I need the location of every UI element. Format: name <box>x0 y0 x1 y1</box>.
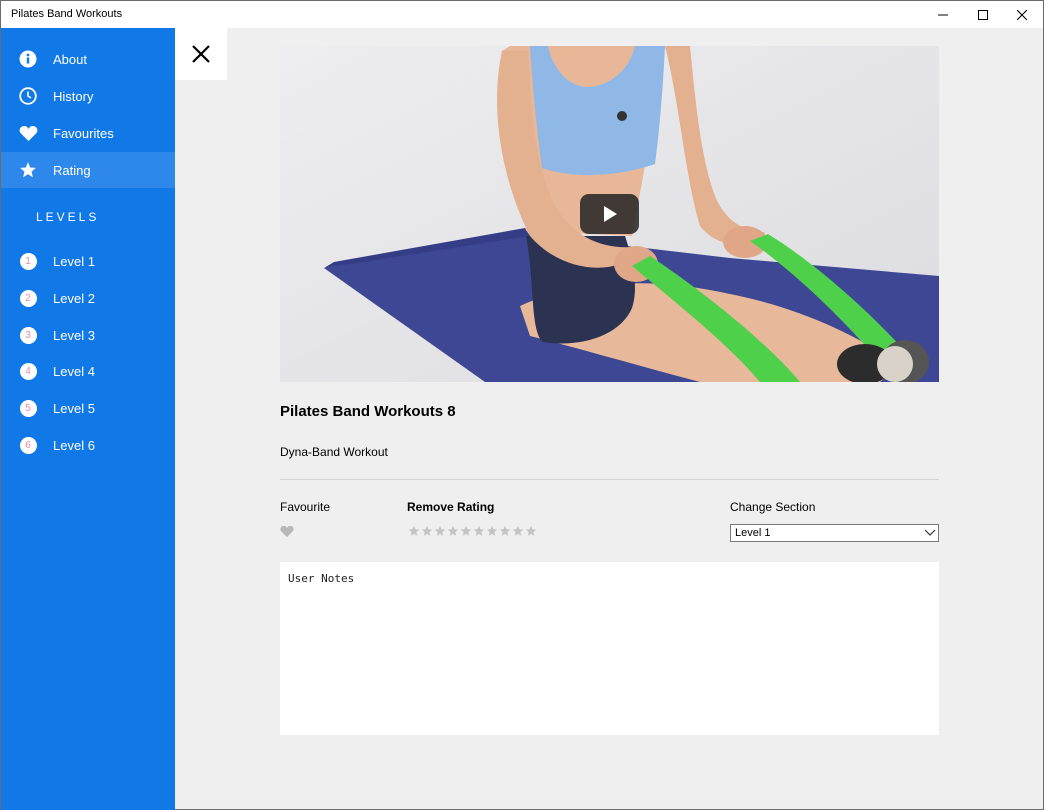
video-player[interactable] <box>280 46 939 382</box>
sidebar-item-label: About <box>53 51 87 67</box>
rating-star-icon[interactable] <box>472 524 485 538</box>
workout-title: Pilates Band Workouts 8 <box>280 403 456 420</box>
play-button[interactable] <box>580 194 639 234</box>
levels-header: LEVELS <box>36 210 100 224</box>
minimize-icon <box>938 14 948 15</box>
sidebar-item-label: Level 4 <box>53 363 95 379</box>
close-x-icon <box>192 45 210 63</box>
sidebar-item-rating[interactable]: Rating <box>1 152 175 188</box>
sidebar: About History Favourites Rating LEVELS 1… <box>1 28 175 810</box>
sidebar-item-label: Favourites <box>53 125 114 141</box>
rating-star-icon[interactable] <box>420 524 433 538</box>
rating-star-icon[interactable] <box>407 524 420 538</box>
level-badge: 4 <box>19 362 37 380</box>
favourite-label: Favourite <box>280 500 331 514</box>
level-badge: 5 <box>19 399 37 417</box>
rating-star-icon[interactable] <box>433 524 446 538</box>
sidebar-item-history[interactable]: History <box>1 78 175 114</box>
section-select-value: Level 1 <box>735 527 771 539</box>
sidebar-item-level-1[interactable]: 1 Level 1 <box>1 243 175 279</box>
sidebar-item-label: Level 2 <box>53 290 95 306</box>
close-pane-button[interactable] <box>175 28 227 80</box>
sidebar-item-about[interactable]: About <box>1 41 175 77</box>
favourite-toggle[interactable] <box>280 525 294 543</box>
rating-star-icon[interactable] <box>485 524 498 538</box>
section-select[interactable]: Level 1 <box>730 524 939 542</box>
rating-star-icon[interactable] <box>459 524 472 538</box>
app-window: Pilates Band Workouts About History Favo… <box>0 0 1044 810</box>
clock-icon <box>18 86 38 106</box>
sidebar-item-level-2[interactable]: 2 Level 2 <box>1 280 175 316</box>
sidebar-item-level-4[interactable]: 4 Level 4 <box>1 353 175 389</box>
heart-outline-icon <box>280 525 294 538</box>
divider <box>280 479 939 480</box>
sidebar-item-label: Level 6 <box>53 437 95 453</box>
sidebar-item-level-5[interactable]: 5 Level 5 <box>1 390 175 426</box>
chevron-down-icon <box>924 529 936 536</box>
sidebar-item-label: Level 5 <box>53 400 95 416</box>
heart-icon <box>18 123 38 143</box>
sidebar-item-label: Level 1 <box>53 253 95 269</box>
star-icon <box>18 160 38 180</box>
app-title: Pilates Band Workouts <box>11 8 123 20</box>
sidebar-item-label: Rating <box>53 162 91 178</box>
sidebar-item-favourites[interactable]: Favourites <box>1 115 175 151</box>
title-bar: Pilates Band Workouts <box>1 1 1043 28</box>
level-badge: 3 <box>19 326 37 344</box>
close-window-icon <box>1017 9 1027 20</box>
play-icon <box>603 206 617 222</box>
rating-star-icon[interactable] <box>498 524 511 538</box>
rating-star-icon[interactable] <box>524 524 537 538</box>
workout-subtitle: Dyna-Band Workout <box>280 445 388 459</box>
maximize-icon <box>978 9 988 20</box>
close-window-button[interactable] <box>1002 1 1042 28</box>
sidebar-item-level-6[interactable]: 6 Level 6 <box>1 427 175 463</box>
user-notes-textarea[interactable] <box>280 562 939 735</box>
minimize-button[interactable] <box>923 1 963 28</box>
level-badge: 2 <box>19 289 37 307</box>
level-badge: 6 <box>19 436 37 454</box>
rating-star-icon[interactable] <box>446 524 459 538</box>
rating-stars[interactable] <box>407 524 537 538</box>
maximize-button[interactable] <box>963 1 1003 28</box>
info-icon <box>18 49 38 69</box>
remove-rating-button[interactable]: Remove Rating <box>407 500 494 514</box>
sidebar-item-label: History <box>53 88 94 104</box>
change-section-label: Change Section <box>730 500 816 514</box>
level-badge: 1 <box>19 252 37 270</box>
sidebar-item-level-3[interactable]: 3 Level 3 <box>1 317 175 353</box>
sidebar-item-label: Level 3 <box>53 327 95 343</box>
rating-star-icon[interactable] <box>511 524 524 538</box>
